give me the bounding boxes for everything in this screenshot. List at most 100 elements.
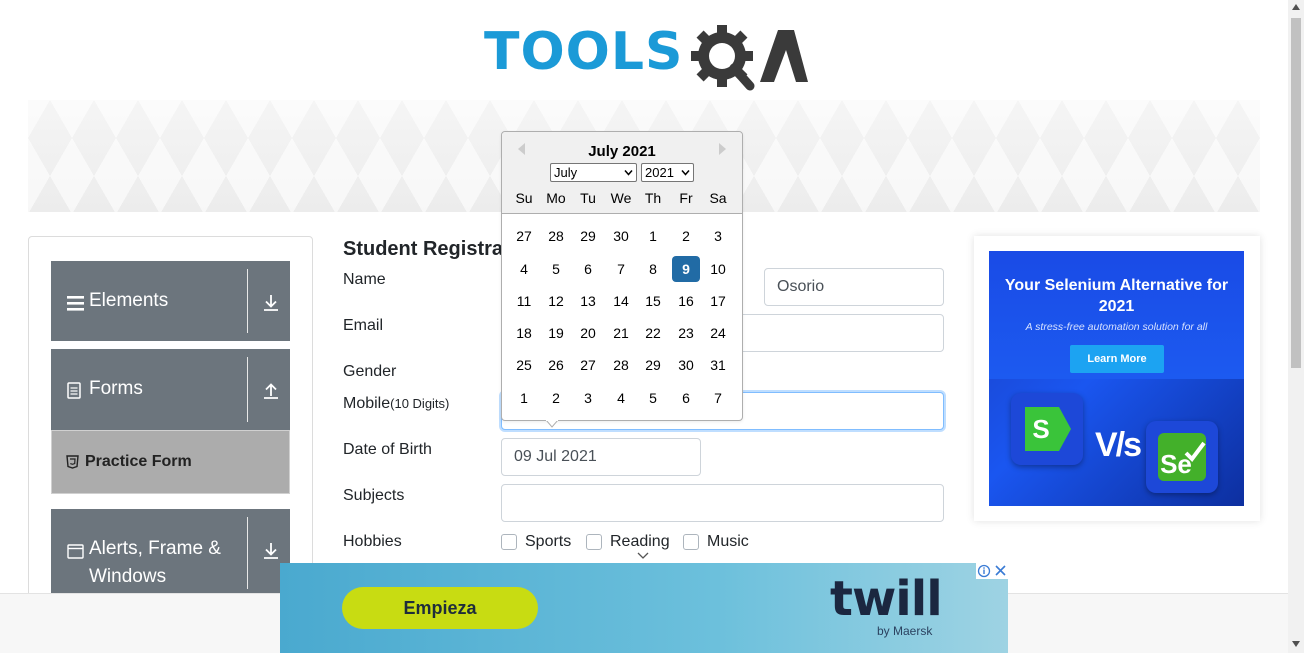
hobby-reading-checkbox[interactable] — [586, 534, 602, 550]
calendar-day[interactable]: 24 — [704, 320, 732, 346]
calendar-day[interactable]: 16 — [672, 288, 700, 314]
calendar-day[interactable]: 15 — [639, 288, 667, 314]
hobby-reading-label[interactable]: Reading — [610, 533, 670, 551]
hobby-sports-checkbox[interactable] — [501, 534, 517, 550]
logo-text: TOOLS — [484, 22, 684, 82]
subjects-label: Subjects — [343, 487, 405, 504]
calendar-day[interactable]: 7 — [704, 385, 732, 411]
sidebar-group-elements[interactable]: Elements — [51, 261, 290, 341]
learn-more-button[interactable]: Learn More — [1070, 345, 1164, 373]
selenium-logo: Se — [1146, 421, 1218, 493]
calendar-day[interactable]: 2 — [542, 385, 570, 411]
dob-label: Date of Birth — [343, 441, 432, 458]
calendar-day[interactable]: 4 — [510, 256, 538, 282]
ad-vs-text: V/s — [1095, 426, 1142, 464]
ad-choices[interactable] — [976, 563, 1008, 579]
weekday-label: Sa — [709, 190, 727, 206]
dob-input[interactable]: 09 Jul 2021 — [501, 438, 701, 476]
chevron-down-icon — [624, 170, 633, 176]
hobbies-label: Hobbies — [343, 533, 402, 550]
calendar-day[interactable]: 6 — [574, 256, 602, 282]
year-select[interactable]: 2021 — [641, 163, 694, 182]
document-icon — [67, 382, 81, 399]
empieza-button[interactable]: Empieza — [342, 587, 538, 629]
sidebar-group-label: Elements — [89, 290, 169, 311]
ad-banner-bottom[interactable]: Empieza twill by Maersk — [280, 563, 1008, 653]
month-select-value: July — [554, 165, 578, 180]
calendar-day[interactable]: 20 — [574, 320, 602, 346]
download-arrow-icon[interactable] — [261, 541, 281, 561]
sidebar-group-forms[interactable]: Forms — [51, 349, 290, 430]
testsigma-logo: S — [1011, 393, 1083, 465]
calendar-day[interactable]: 30 — [672, 352, 700, 378]
sidebar-item-label: Practice Form — [85, 453, 192, 470]
calendar-day[interactable]: 29 — [574, 223, 602, 249]
calendar-day[interactable]: 27 — [574, 352, 602, 378]
calendar-day[interactable]: 6 — [672, 385, 700, 411]
calendar-day[interactable]: 5 — [542, 256, 570, 282]
calendar-day[interactable]: 25 — [510, 352, 538, 378]
chevron-down-icon — [681, 170, 690, 176]
ad-banner-right[interactable]: Your Selenium Alternative for 2021 A str… — [989, 251, 1244, 506]
calendar-day[interactable]: 31 — [704, 352, 732, 378]
calendar-day-selected[interactable]: 9 — [672, 256, 700, 282]
scroll-down-icon[interactable] — [1292, 641, 1300, 647]
calendar-day[interactable]: 1 — [510, 385, 538, 411]
gear-magnifier-icon — [691, 25, 808, 91]
month-select[interactable]: July — [550, 163, 637, 182]
calendar-day[interactable]: 17 — [704, 288, 732, 314]
calendar-day[interactable]: 14 — [607, 288, 635, 314]
calendar-day[interactable]: 4 — [607, 385, 635, 411]
calendar-day[interactable]: 28 — [542, 223, 570, 249]
sidebar-item-practice-form[interactable]: Practice Form — [51, 430, 290, 494]
vertical-scrollbar[interactable] — [1288, 0, 1304, 653]
date-picker-header: July 2021 July 2021 Su Mo Tu We Th Fr Sa — [502, 132, 742, 214]
ad-headline: Your Selenium Alternative for 2021 — [1004, 277, 1229, 315]
hobby-sports-label[interactable]: Sports — [525, 533, 571, 551]
hobby-music-label[interactable]: Music — [707, 533, 749, 551]
calendar-day[interactable]: 30 — [607, 223, 635, 249]
next-month-button[interactable] — [717, 142, 727, 156]
chevron-down-icon — [637, 552, 649, 559]
calendar-day[interactable]: 2 — [672, 223, 700, 249]
calendar-day[interactable]: 7 — [607, 256, 635, 282]
calendar-day[interactable]: 29 — [639, 352, 667, 378]
scroll-up-icon[interactable] — [1292, 4, 1300, 10]
calendar-day[interactable]: 3 — [574, 385, 602, 411]
mobile-label: Mobile(10 Digits) — [343, 395, 449, 413]
calendar-day[interactable]: 19 — [542, 320, 570, 346]
sidebar: Elements Forms Practice Form Alerts, Fra… — [28, 236, 313, 619]
gender-label: Gender — [343, 363, 397, 380]
hobby-music-checkbox[interactable] — [683, 534, 699, 550]
download-arrow-icon[interactable] — [261, 293, 281, 313]
last-name-input[interactable]: Osorio — [764, 268, 944, 306]
calendar-day[interactable]: 12 — [542, 288, 570, 314]
calendar-day[interactable]: 3 — [704, 223, 732, 249]
scrollbar-thumb[interactable] — [1291, 18, 1301, 368]
calendar-day[interactable]: 21 — [607, 320, 635, 346]
weekday-label: Su — [515, 190, 533, 206]
calendar-day[interactable]: 26 — [542, 352, 570, 378]
mobile-hint: (10 Digits) — [390, 396, 450, 411]
html5-shield-icon — [66, 455, 79, 469]
calendar-day[interactable]: 10 — [704, 256, 732, 282]
calendar-day[interactable]: 22 — [639, 320, 667, 346]
date-picker-popup: July 2021 July 2021 Su Mo Tu We Th Fr Sa 27 28 2… — [501, 131, 743, 428]
weekday-label: Tu — [580, 190, 596, 206]
upload-arrow-icon[interactable] — [261, 381, 281, 401]
calendar-day[interactable]: 5 — [639, 385, 667, 411]
calendar-day[interactable]: 18 — [510, 320, 538, 346]
calendar-day[interactable]: 27 — [510, 223, 538, 249]
subjects-input[interactable] — [501, 484, 944, 522]
calendar-day[interactable]: 8 — [639, 256, 667, 282]
adchoices-close-icon[interactable] — [976, 563, 1008, 579]
calendar-day[interactable]: 13 — [574, 288, 602, 314]
calendar-day[interactable]: 11 — [510, 288, 538, 314]
toolsqa-logo[interactable]: TOOLS — [484, 14, 808, 92]
divider — [247, 357, 248, 422]
calendar-day[interactable]: 23 — [672, 320, 700, 346]
calendar-day[interactable]: 28 — [607, 352, 635, 378]
calendar-day[interactable]: 1 — [639, 223, 667, 249]
ad-brand-subline: by Maersk — [877, 624, 933, 638]
testsigma-logo-icon: S — [1025, 407, 1071, 451]
